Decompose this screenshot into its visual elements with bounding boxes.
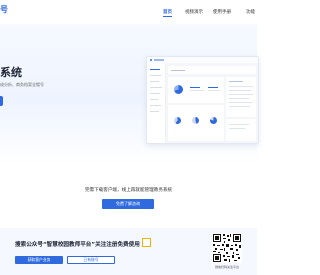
download-hint-text: 完需下载客户端，线上再就能管理教务系统 xyxy=(84,188,173,193)
get-client-button[interactable]: 获取客户业务 xyxy=(15,256,63,264)
preview-text-line xyxy=(190,87,200,88)
preview-sidebar-item xyxy=(150,93,160,94)
preview-donut-chart xyxy=(192,117,199,124)
hero-title: 系统 xyxy=(0,66,22,79)
preview-header-card xyxy=(168,66,256,74)
preview-sidebar xyxy=(147,63,166,143)
preview-text-line xyxy=(171,69,185,71)
preview-chart-card xyxy=(168,105,224,141)
free-consult-button[interactable]: 免费了解咨询 xyxy=(102,199,154,209)
preview-text-line xyxy=(208,87,218,88)
highlight-checkbox[interactable] xyxy=(142,238,151,247)
preview-text-line xyxy=(229,86,253,87)
qr-caption: 微信扫码关注平台 xyxy=(214,265,239,269)
preview-pie-chart xyxy=(174,85,183,94)
preview-sidebar-item xyxy=(150,87,162,88)
preview-sidebar-item xyxy=(150,69,160,70)
dashboard-preview-image xyxy=(146,56,259,144)
hero-subtitle: 成分析、商务档案全镀号 xyxy=(0,82,44,87)
preview-list-card xyxy=(226,77,256,117)
preview-text-line xyxy=(229,98,249,99)
preview-sidebar-item xyxy=(150,81,159,82)
preview-sidebar-item xyxy=(150,99,158,100)
preview-sidebar-item xyxy=(150,75,161,76)
wechat-follow-text: 搜索公众号“智慧校园教师平台”关注注册免费使用 xyxy=(15,242,140,248)
preview-text-line xyxy=(190,90,204,91)
preview-text-line xyxy=(229,128,245,129)
preview-main-area xyxy=(166,63,258,143)
preview-logo-icon xyxy=(150,59,152,61)
preview-brand-bar xyxy=(154,59,164,61)
preview-text-line xyxy=(229,124,249,125)
preview-stats-card xyxy=(168,77,224,103)
preview-sidebar-item xyxy=(150,105,161,106)
preview-text-line xyxy=(229,106,250,107)
preview-text-line xyxy=(229,94,253,95)
existing-account-button[interactable]: 已有账号 xyxy=(67,256,115,264)
nav-item-features[interactable]: 功能 xyxy=(246,9,255,15)
preview-summary-card xyxy=(226,119,256,141)
site-logo[interactable]: 号 xyxy=(0,4,9,15)
wechat-qr-code xyxy=(212,233,242,263)
nav-item-user-manual[interactable]: 使用手册 xyxy=(213,9,231,15)
preview-text-line xyxy=(229,81,243,82)
nav-item-home[interactable]: 首页 xyxy=(163,9,172,15)
nav-active-indicator xyxy=(163,16,172,17)
preview-text-line xyxy=(229,102,252,103)
preview-text-line xyxy=(229,90,251,91)
preview-sidebar-item xyxy=(150,111,159,112)
preview-text-line xyxy=(208,90,220,91)
hero-cta-button[interactable] xyxy=(0,96,3,106)
nav-item-video-demo[interactable]: 视频演示 xyxy=(185,9,203,15)
preview-donut-chart xyxy=(210,117,217,124)
preview-donut-chart xyxy=(174,117,181,124)
